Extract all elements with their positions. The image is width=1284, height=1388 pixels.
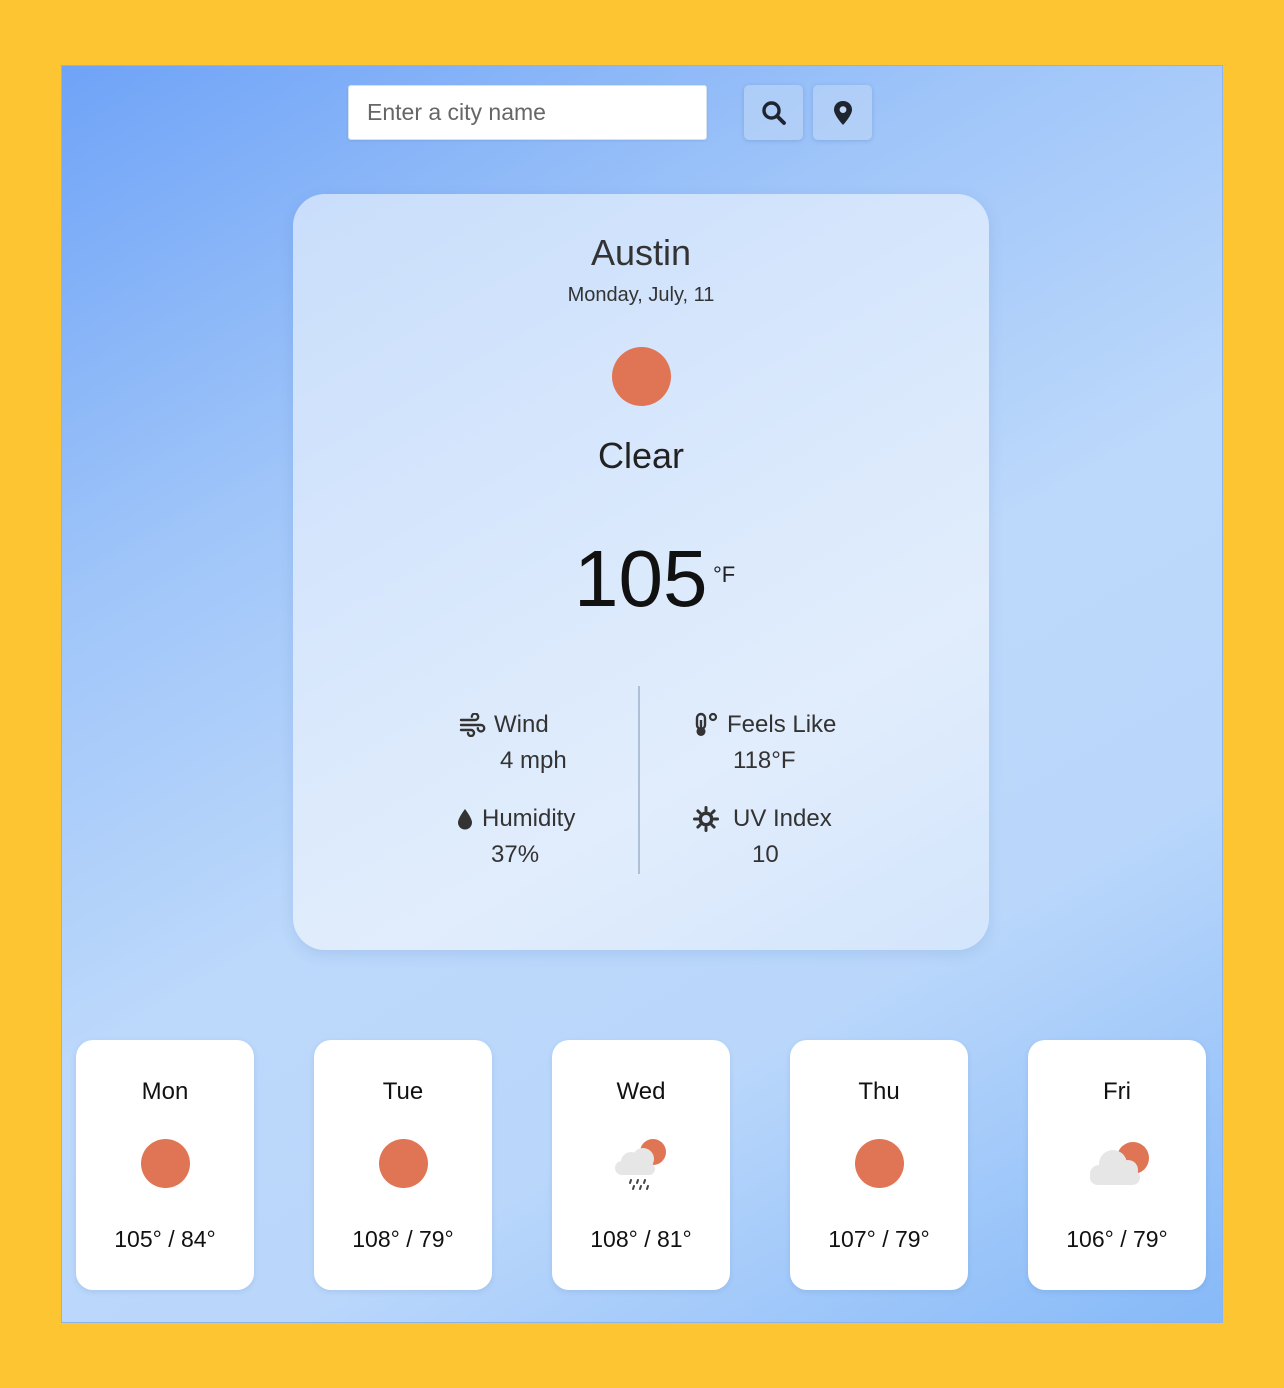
uv-index-label: UV Index bbox=[693, 805, 832, 833]
location-button[interactable] bbox=[813, 85, 872, 140]
partly-cloudy-icon bbox=[1090, 1142, 1149, 1185]
wind-label: Wind bbox=[458, 711, 549, 739]
forecast-day-name: Mon bbox=[141, 1078, 189, 1105]
search-button[interactable] bbox=[744, 85, 803, 140]
current-temperature: 105 bbox=[574, 534, 708, 623]
forecast-card-tue: Tue 108° / 79° bbox=[314, 1040, 492, 1290]
search-icon bbox=[761, 100, 786, 125]
stats-divider bbox=[638, 686, 640, 874]
forecast-card-fri: Fri 106° / 79° bbox=[1028, 1040, 1206, 1290]
forecast-temps: 106° / 79° bbox=[1066, 1226, 1168, 1252]
humidity-label: Humidity bbox=[456, 805, 575, 833]
current-date: Monday, July, 11 bbox=[567, 284, 715, 306]
forecast-temps: 105° / 84° bbox=[114, 1226, 216, 1252]
forecast-day-name: Fri bbox=[1103, 1078, 1131, 1105]
city-name: Austin bbox=[590, 232, 692, 273]
forecast-temps: 108° / 81° bbox=[590, 1226, 692, 1252]
forecast-temps: 108° / 79° bbox=[352, 1226, 454, 1252]
current-weather-card: Austin Monday, July, 11 Clear 105 °F Win… bbox=[293, 194, 989, 950]
weather-app: Austin Monday, July, 11 Clear 105 °F Win… bbox=[61, 65, 1223, 1323]
wind-value: 4 mph bbox=[500, 747, 567, 774]
sun-icon bbox=[141, 1139, 190, 1188]
humidity-value: 37% bbox=[491, 841, 540, 868]
uv-index-value: 10 bbox=[752, 841, 779, 868]
forecast-card-thu: Thu 107° / 79° bbox=[790, 1040, 968, 1290]
sun-gear-icon bbox=[693, 806, 719, 832]
forecast-day-name: Thu bbox=[858, 1078, 900, 1105]
forecast-day-name: Wed bbox=[616, 1078, 666, 1105]
wind-icon bbox=[459, 713, 486, 737]
weather-condition: Clear bbox=[597, 435, 685, 476]
forecast-card-mon: Mon 105° / 84° bbox=[76, 1040, 254, 1290]
sun-icon bbox=[612, 347, 671, 406]
city-search-input[interactable] bbox=[348, 85, 707, 140]
forecast-card-wed: Wed 108° / 81° bbox=[552, 1040, 730, 1290]
rain-cloud-sun-icon bbox=[615, 1139, 666, 1190]
feels-like-label: Feels Like bbox=[693, 711, 836, 739]
sun-icon bbox=[855, 1139, 904, 1188]
thermometer-icon bbox=[695, 712, 718, 736]
forecast-day-name: Tue bbox=[382, 1078, 424, 1105]
feels-like-value: 118°F bbox=[733, 747, 796, 774]
forecast-temps: 107° / 79° bbox=[828, 1226, 930, 1252]
map-pin-icon bbox=[833, 100, 852, 125]
droplet-icon bbox=[458, 809, 472, 830]
temperature-unit: °F bbox=[713, 562, 736, 587]
sun-icon bbox=[379, 1139, 428, 1188]
